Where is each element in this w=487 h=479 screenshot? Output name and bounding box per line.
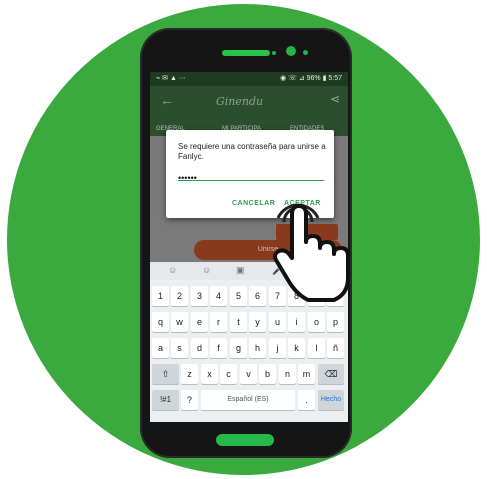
password-input[interactable] (178, 173, 324, 183)
key-e[interactable]: e (191, 312, 208, 332)
key-2[interactable]: 2 (171, 286, 188, 306)
key-5[interactable]: 5 (230, 286, 247, 306)
key-6[interactable]: 6 (249, 286, 266, 306)
symbols-key[interactable]: !#1 (152, 390, 179, 410)
key-n-tilde[interactable]: ñ (327, 338, 344, 358)
key-j[interactable]: j (269, 338, 286, 358)
key-l[interactable]: l (308, 338, 325, 358)
key-s[interactable]: s (171, 338, 188, 358)
emoji-icon[interactable]: ☺ (202, 265, 211, 275)
key-g[interactable]: g (230, 338, 247, 358)
front-camera (286, 46, 296, 56)
period-key[interactable]: . (298, 390, 315, 410)
speaker-grille (222, 50, 270, 56)
share-icon[interactable]: ⋖ (330, 92, 340, 106)
tap-hand-icon (273, 203, 350, 302)
key-o[interactable]: o (308, 312, 325, 332)
app-bar: ← Ginendu ⋖ (150, 86, 348, 122)
sticker-icon[interactable]: ☺ (168, 265, 177, 275)
key-3[interactable]: 3 (191, 286, 208, 306)
key-a[interactable]: a (152, 338, 169, 358)
password-field[interactable] (178, 168, 324, 183)
key-h[interactable]: h (249, 338, 266, 358)
key-t[interactable]: t (230, 312, 247, 332)
gif-icon[interactable]: ▣ (236, 265, 245, 276)
done-key[interactable]: Hecho (318, 390, 344, 410)
backspace-key[interactable]: ⌫ (318, 364, 344, 384)
key-w[interactable]: w (171, 312, 188, 332)
key-p[interactable]: p (327, 312, 344, 332)
key-d[interactable]: d (191, 338, 208, 358)
status-bar: ⌁ ✉ ▲ ··· ◉ ☏ ⊿ 96% ▮ 5:57 (150, 72, 348, 86)
key-4[interactable]: 4 (210, 286, 227, 306)
key-m[interactable]: m (298, 364, 315, 384)
key-q[interactable]: q (152, 312, 169, 332)
status-left-icons: ⌁ ✉ ▲ ··· (156, 75, 186, 82)
key-v[interactable]: v (240, 364, 257, 384)
key-i[interactable]: i (288, 312, 305, 332)
key-y[interactable]: y (249, 312, 266, 332)
status-right-info: ◉ ☏ ⊿ 96% ▮ 5:57 (280, 75, 342, 82)
app-logo: Ginendu (216, 95, 264, 108)
back-arrow-icon[interactable]: ← (160, 92, 174, 108)
key-u[interactable]: u (269, 312, 286, 332)
key-x[interactable]: x (201, 364, 218, 384)
sensor (303, 50, 308, 55)
key-b[interactable]: b (259, 364, 276, 384)
bottom-row: !#1 ? Español (ES) . Hecho (150, 390, 348, 412)
letter-row-1: q w e r t y u i o p (150, 312, 348, 334)
key-c[interactable]: c (220, 364, 237, 384)
key-r[interactable]: r (210, 312, 227, 332)
key-f[interactable]: f (210, 338, 227, 358)
key-1[interactable]: 1 (152, 286, 169, 306)
key-n[interactable]: n (279, 364, 296, 384)
space-bar[interactable]: Español (ES) (201, 390, 295, 410)
question-key[interactable]: ? (181, 390, 198, 410)
letter-row-2: a s d f g h j k l ñ (150, 338, 348, 360)
shift-key[interactable]: ⇧ (152, 364, 179, 384)
home-button[interactable] (216, 434, 274, 446)
dialog-message: Se requiere una contraseña para unirse a… (178, 142, 326, 161)
key-z[interactable]: z (181, 364, 198, 384)
key-k[interactable]: k (288, 338, 305, 358)
letter-row-3: ⇧ z x c v b n m ⌫ (150, 364, 348, 386)
sensor (272, 51, 276, 55)
